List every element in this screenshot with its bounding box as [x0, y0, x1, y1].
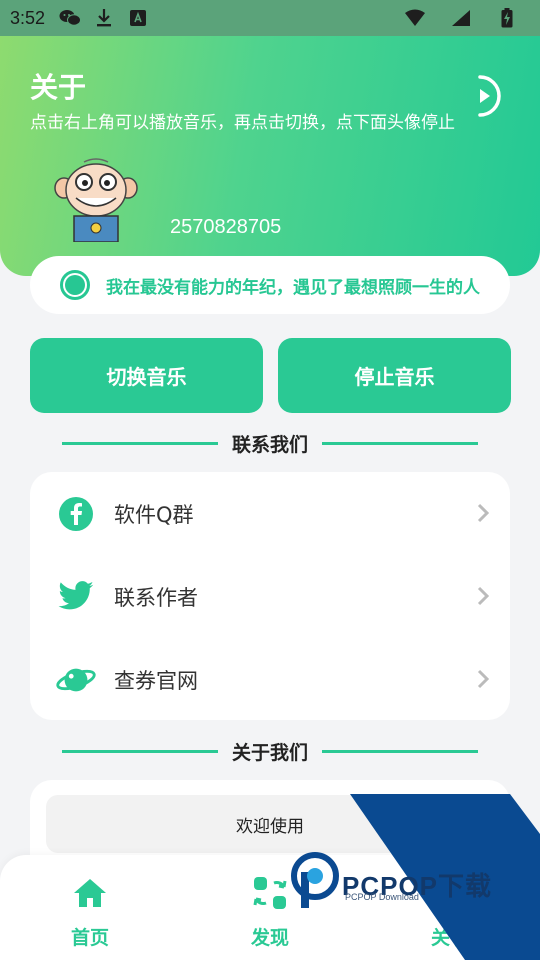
- list-item-label: 查券官网: [114, 668, 198, 693]
- divider: [322, 441, 479, 445]
- switch-music-button[interactable]: 切换音乐: [30, 338, 263, 413]
- tab-label: 发现: [250, 927, 289, 949]
- home-icon: [70, 873, 110, 913]
- divider: [62, 749, 218, 753]
- chevron-right-icon: [477, 669, 490, 689]
- contact-section-heading: 联系我们: [62, 428, 479, 458]
- tab-about[interactable]: 关于: [390, 873, 510, 951]
- download-icon: [93, 8, 115, 28]
- wechat-icon: [59, 8, 82, 28]
- contact-list: 软件Q群 联系作者 查券官网: [30, 472, 510, 720]
- play-music-button[interactable]: [468, 74, 502, 118]
- tab-home[interactable]: 首页: [30, 873, 150, 951]
- avatar[interactable]: [54, 158, 138, 243]
- list-item-coupon-site[interactable]: 查券官网: [30, 638, 510, 721]
- chevron-right-icon: [477, 586, 490, 606]
- qq-number: 2570828705: [170, 216, 282, 238]
- contact-section-title: 联系我们: [232, 433, 309, 456]
- facebook-icon: [56, 494, 96, 534]
- about-section-heading: 关于我们: [62, 736, 479, 766]
- battery-charging-icon: [496, 8, 518, 28]
- profile-header: 关于 点击右上角可以播放音乐，再点击切换，点下面头像停止 2570828705: [0, 36, 540, 276]
- signal-icon: [450, 8, 472, 28]
- header-hint: 点击右上角可以播放音乐，再点击切换，点下面头像停止: [30, 113, 455, 133]
- divider: [322, 749, 479, 753]
- list-item-software-group[interactable]: 软件Q群: [30, 472, 510, 555]
- about-icon: [430, 873, 470, 913]
- quote-text: 我在最没有能力的年纪，遇见了最想照顾一生的人: [106, 277, 480, 298]
- list-item-label: 联系作者: [114, 585, 198, 610]
- stop-music-button[interactable]: 停止音乐: [278, 338, 511, 413]
- welcome-text: 欢迎使用: [46, 795, 494, 853]
- about-section-title: 关于我们: [232, 741, 309, 764]
- status-bar: 3:52: [0, 0, 540, 36]
- twitter-icon: [56, 577, 96, 617]
- divider: [62, 441, 218, 445]
- translate-icon: [127, 8, 149, 28]
- quote-card: 我在最没有能力的年纪，遇见了最想照顾一生的人: [30, 256, 510, 314]
- page-title: 关于: [30, 71, 87, 104]
- chevron-right-icon: [477, 503, 490, 523]
- tab-label: 关于: [430, 927, 469, 949]
- discover-icon: [250, 873, 290, 913]
- quote-dot-icon: [60, 270, 90, 300]
- wifi-icon: [404, 8, 426, 28]
- planet-icon: [56, 660, 96, 700]
- list-item-contact-author[interactable]: 联系作者: [30, 555, 510, 638]
- tab-discover[interactable]: 发现: [210, 873, 330, 951]
- status-time: 3:52: [10, 7, 46, 28]
- play-icon: [478, 75, 501, 117]
- bottom-nav: 首页 发现 关于: [0, 855, 540, 960]
- tab-label: 首页: [70, 927, 109, 949]
- list-item-label: 软件Q群: [114, 502, 194, 527]
